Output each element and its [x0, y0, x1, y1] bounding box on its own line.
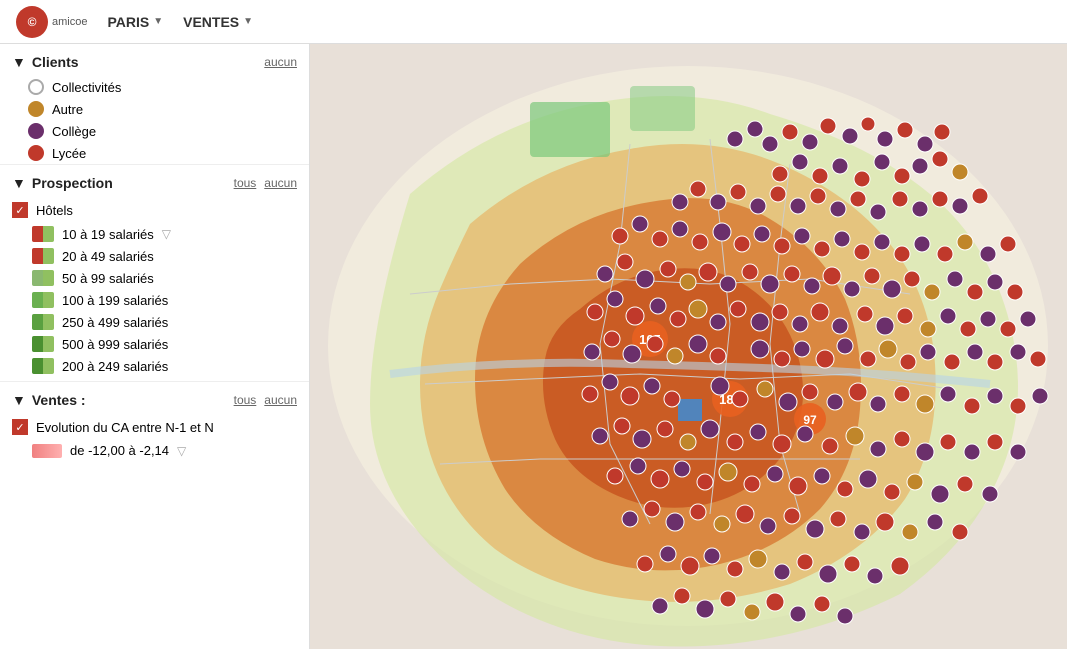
hotels-100-199: 100 à 199 salariés: [0, 289, 309, 311]
college-label: Collège: [52, 124, 96, 139]
chevron-down-icon: ▼: [153, 16, 163, 27]
college-item: Collège: [0, 120, 309, 142]
prospection-section-header: ▼ Prospection tous aucun: [0, 164, 309, 197]
lycee-label: Lycée: [52, 146, 86, 161]
logo-icon: ©: [16, 6, 48, 38]
hotels-20-49-icon: [32, 248, 54, 264]
clients-actions: aucun: [264, 55, 297, 69]
hotels-checkbox[interactable]: ✓: [12, 202, 28, 218]
prospection-aucun-link[interactable]: aucun: [264, 176, 297, 190]
logo-area: © amicoe: [16, 6, 87, 38]
map-container[interactable]: 105 189 97: [310, 44, 1067, 649]
hotels-50-99-icon: [32, 270, 54, 286]
hotels-250-499-icon: [32, 314, 54, 330]
prospection-title: ▼ Prospection: [12, 175, 113, 191]
hotels-50-99: 50 à 99 salariés: [0, 267, 309, 289]
map-svg: 105 189 97: [310, 44, 1067, 649]
college-dot: [28, 123, 44, 139]
clients-title: ▼ Clients: [12, 54, 79, 70]
lycee-item: Lycée: [0, 142, 309, 164]
triangle-icon: ▼: [12, 392, 26, 408]
hotels-250-499-label: 250 à 499 salariés: [62, 315, 168, 330]
hotels-200-249: 200 à 249 salariés: [0, 355, 309, 377]
evolution-ca-item[interactable]: ✓ Evolution du CA entre N-1 et N: [0, 414, 309, 440]
triangle-icon: ▼: [12, 54, 26, 70]
gradient-bar-item: de -12,00 à -2,14 ▽: [0, 440, 309, 461]
hotels-10-19-icon: [32, 226, 54, 242]
ventes-label: Ventes :: [32, 392, 86, 408]
ventes-title: ▼ Ventes :: [12, 392, 86, 408]
clients-aucun-link[interactable]: aucun: [264, 55, 297, 69]
hotels-100-199-icon: [32, 292, 54, 308]
hotels-10-19: 10 à 19 salariés ▽: [0, 223, 309, 245]
nav-ventes-label: VENTES: [183, 14, 239, 30]
hotels-20-49-label: 20 à 49 salariés: [62, 249, 154, 264]
hotels-250-499: 250 à 499 salariés: [0, 311, 309, 333]
prospection-label: Prospection: [32, 175, 113, 191]
hotels-500-999-icon: [32, 336, 54, 352]
hotels-200-249-label: 200 à 249 salariés: [62, 359, 168, 374]
hotels-10-19-label: 10 à 19 salariés: [62, 227, 154, 242]
ventes-tous-link[interactable]: tous: [234, 393, 257, 407]
hotels-checkbox-item[interactable]: ✓ Hôtels: [0, 197, 309, 223]
ventes-aucun-link[interactable]: aucun: [264, 393, 297, 407]
nav-paris-label: PARIS: [107, 14, 149, 30]
logo-text: amicoe: [52, 16, 87, 28]
triangle-icon: ▼: [12, 175, 26, 191]
sidebar: ▼ Clients aucun Collectivités Autre Coll…: [0, 44, 310, 649]
autre-label: Autre: [52, 102, 83, 117]
gradient-label: de -12,00 à -2,14: [70, 443, 169, 458]
clients-label: Clients: [32, 54, 79, 70]
ventes-actions: tous aucun: [234, 393, 297, 407]
hotels-20-49: 20 à 49 salariés: [0, 245, 309, 267]
evolution-ca-checkbox[interactable]: ✓: [12, 419, 28, 435]
svg-text:97: 97: [803, 413, 817, 427]
ventes-section-header: ▼ Ventes : tous aucun: [0, 381, 309, 414]
chevron-down-icon: ▼: [243, 16, 253, 27]
main-layout: ▼ Clients aucun Collectivités Autre Coll…: [0, 44, 1067, 649]
hotels-100-199-label: 100 à 199 salariés: [62, 293, 168, 308]
evolution-ca-label: Evolution du CA entre N-1 et N: [36, 420, 214, 435]
header: © amicoe PARIS ▼ VENTES ▼: [0, 0, 1067, 44]
hotels-label: Hôtels: [36, 203, 73, 218]
filter-icon[interactable]: ▽: [162, 227, 171, 241]
nav-paris[interactable]: PARIS ▼: [107, 14, 163, 30]
hotels-500-999-label: 500 à 999 salariés: [62, 337, 168, 352]
prospection-tous-link[interactable]: tous: [234, 176, 257, 190]
nav-ventes[interactable]: VENTES ▼: [183, 14, 253, 30]
gradient-rect: [32, 444, 62, 458]
autre-dot: [28, 101, 44, 117]
hotels-200-249-icon: [32, 358, 54, 374]
svg-text:©: ©: [28, 15, 37, 29]
collectivites-item: Collectivités: [0, 76, 309, 98]
collectivites-dot: [28, 79, 44, 95]
autre-item: Autre: [0, 98, 309, 120]
hotels-50-99-label: 50 à 99 salariés: [62, 271, 154, 286]
collectivites-label: Collectivités: [52, 80, 121, 95]
hotels-500-999: 500 à 999 salariés: [0, 333, 309, 355]
clients-section-header: ▼ Clients aucun: [0, 44, 309, 76]
lycee-dot: [28, 145, 44, 161]
prospection-actions: tous aucun: [234, 176, 297, 190]
filter-icon[interactable]: ▽: [177, 444, 186, 458]
